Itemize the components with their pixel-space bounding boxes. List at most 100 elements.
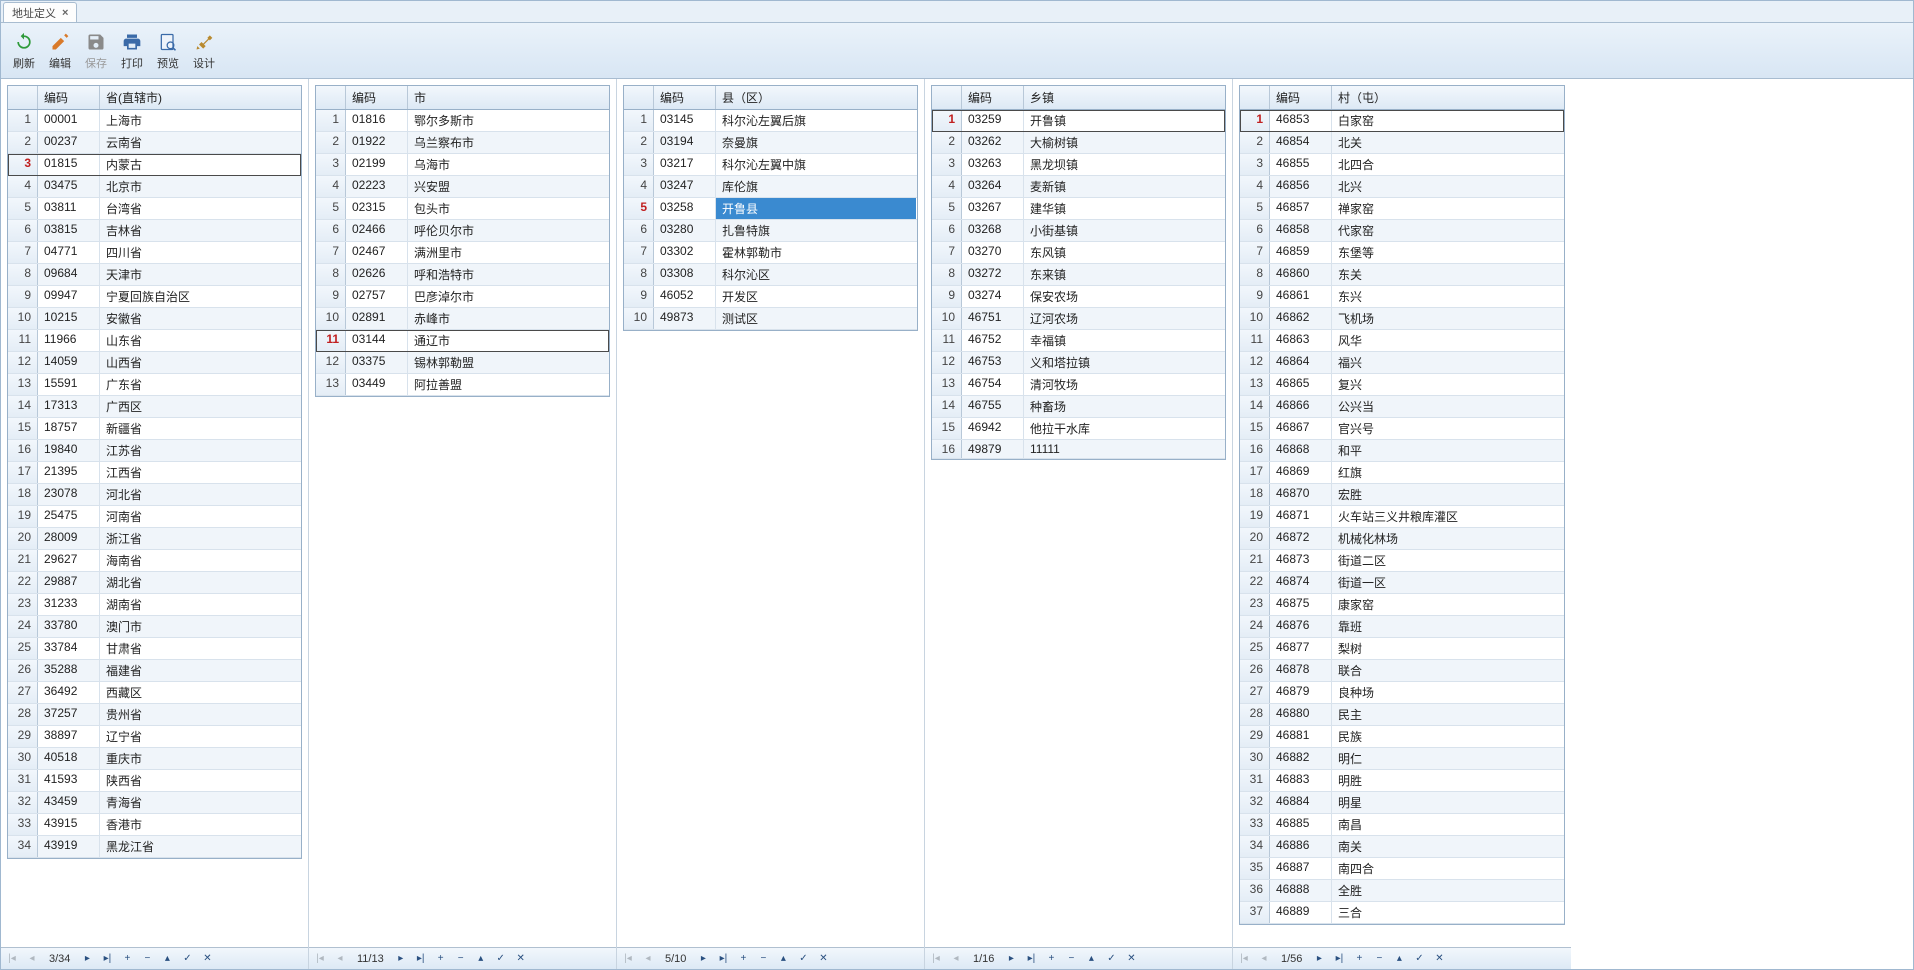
table-row[interactable]: 546857禅家窑 (1240, 198, 1564, 220)
table-row[interactable]: 1546867官兴号 (1240, 418, 1564, 440)
table-row[interactable]: 2146873街道二区 (1240, 550, 1564, 572)
pager-prev-icon[interactable]: ◂ (641, 952, 655, 966)
table-row[interactable]: 100001上海市 (8, 110, 301, 132)
table-row[interactable]: 646858代家窑 (1240, 220, 1564, 242)
table-row[interactable]: 2129627海南省 (8, 550, 301, 572)
table-row[interactable]: 1146752幸福镇 (932, 330, 1225, 352)
table-row[interactable]: 3040518重庆市 (8, 748, 301, 770)
table-row[interactable]: 2946881民族 (1240, 726, 1564, 748)
table-row[interactable]: 603815吉林省 (8, 220, 301, 242)
pager-add-icon[interactable]: + (434, 952, 448, 966)
table-row[interactable]: 2028009浙江省 (8, 528, 301, 550)
table-row[interactable]: 1846870宏胜 (1240, 484, 1564, 506)
table-row[interactable]: 503267建华镇 (932, 198, 1225, 220)
table-row[interactable]: 3446886南关 (1240, 836, 1564, 858)
table-row[interactable]: 1046862飞机场 (1240, 308, 1564, 330)
table-row[interactable]: 702467满洲里市 (316, 242, 609, 264)
table-row[interactable]: 809684天津市 (8, 264, 301, 286)
table-row[interactable]: 703302霍林郭勒市 (624, 242, 917, 264)
table-row[interactable]: 203194奈曼旗 (624, 132, 917, 154)
pager-prev-icon[interactable]: ◂ (25, 952, 39, 966)
pager-add-icon[interactable]: + (736, 952, 750, 966)
table-row[interactable]: 803272东来镇 (932, 264, 1225, 286)
table-row[interactable]: 946861东兴 (1240, 286, 1564, 308)
table-row[interactable]: 403475北京市 (8, 176, 301, 198)
table-row[interactable]: 846860东关 (1240, 264, 1564, 286)
table-row[interactable]: 164987911111 (932, 440, 1225, 459)
header-rownum[interactable] (316, 86, 346, 109)
table-row[interactable]: 2246874街道一区 (1240, 572, 1564, 594)
pager-cancel-icon[interactable]: ✕ (200, 952, 214, 966)
table-row[interactable]: 2546877梨树 (1240, 638, 1564, 660)
pager-up-icon[interactable]: ▴ (1084, 952, 1098, 966)
table-row[interactable]: 3443919黑龙江省 (8, 836, 301, 858)
table-row[interactable]: 2433780澳门市 (8, 616, 301, 638)
table-row[interactable]: 1446866公兴当 (1240, 396, 1564, 418)
pager-cancel-icon[interactable]: ✕ (514, 952, 528, 966)
pager-last-icon[interactable]: ▸| (1332, 952, 1346, 966)
table-row[interactable]: 704771四川省 (8, 242, 301, 264)
table-row[interactable]: 203262大榆树镇 (932, 132, 1225, 154)
table-row[interactable]: 1346754清河牧场 (932, 374, 1225, 396)
table-row[interactable]: 3346885南昌 (1240, 814, 1564, 836)
table-row[interactable]: 2331233湖南省 (8, 594, 301, 616)
header-rownum[interactable] (8, 86, 38, 109)
pager-cancel-icon[interactable]: ✕ (816, 952, 830, 966)
pager-up-icon[interactable]: ▴ (776, 952, 790, 966)
pager-cancel-icon[interactable]: ✕ (1124, 952, 1138, 966)
table-row[interactable]: 3646888全胜 (1240, 880, 1564, 902)
pager-add-icon[interactable]: + (1044, 952, 1058, 966)
table-row[interactable]: 403247库伦旗 (624, 176, 917, 198)
table-row[interactable]: 103145科尔沁左翼后旗 (624, 110, 917, 132)
table-row[interactable]: 1010215安徽省 (8, 308, 301, 330)
table-row[interactable]: 402223兴安盟 (316, 176, 609, 198)
table-row[interactable]: 3746889三合 (1240, 902, 1564, 924)
header-rownum[interactable] (932, 86, 962, 109)
table-row[interactable]: 603268小街基镇 (932, 220, 1225, 242)
pager-next-icon[interactable]: ▸ (394, 952, 408, 966)
table-row[interactable]: 503811台湾省 (8, 198, 301, 220)
table-row[interactable]: 1646868和平 (1240, 440, 1564, 462)
table-row[interactable]: 2533784甘肃省 (8, 638, 301, 660)
table-row[interactable]: 1111966山东省 (8, 330, 301, 352)
table-row[interactable]: 146853白家窑 (1240, 110, 1564, 132)
refresh-button[interactable]: 刷新 (7, 27, 41, 75)
pager-first-icon[interactable]: |◂ (1237, 952, 1251, 966)
header-name[interactable]: 乡镇 (1024, 86, 1184, 109)
header-rownum[interactable] (1240, 86, 1270, 109)
table-row[interactable]: 1146863风华 (1240, 330, 1564, 352)
header-code[interactable]: 编码 (1270, 86, 1332, 109)
grid[interactable]: 编码乡镇103259开鲁镇203262大榆树镇303263黑龙坝镇403264麦… (931, 85, 1226, 460)
pager-cancel-icon[interactable]: ✕ (1432, 952, 1446, 966)
pager-next-icon[interactable]: ▸ (80, 952, 94, 966)
table-row[interactable]: 902757巴彦淖尔市 (316, 286, 609, 308)
header-rownum[interactable] (624, 86, 654, 109)
table-row[interactable]: 2229887湖北省 (8, 572, 301, 594)
pager-first-icon[interactable]: |◂ (5, 952, 19, 966)
edit-button[interactable]: 编辑 (43, 27, 77, 75)
table-row[interactable]: 1246864福兴 (1240, 352, 1564, 374)
table-row[interactable]: 703270东风镇 (932, 242, 1225, 264)
header-code[interactable]: 编码 (654, 86, 716, 109)
header-code[interactable]: 编码 (346, 86, 408, 109)
header-name[interactable]: 市 (408, 86, 566, 109)
pager-check-icon[interactable]: ✓ (1104, 952, 1118, 966)
table-row[interactable]: 1823078河北省 (8, 484, 301, 506)
pager-last-icon[interactable]: ▸| (414, 952, 428, 966)
pager-check-icon[interactable]: ✓ (796, 952, 810, 966)
table-row[interactable]: 1546942他拉干水库 (932, 418, 1225, 440)
tab-address-def[interactable]: 地址定义 × (3, 2, 77, 22)
table-row[interactable]: 3343915香港市 (8, 814, 301, 836)
table-row[interactable]: 302199乌海市 (316, 154, 609, 176)
pager-check-icon[interactable]: ✓ (494, 952, 508, 966)
table-row[interactable]: 503258开鲁县 (624, 198, 917, 220)
pager-check-icon[interactable]: ✓ (180, 952, 194, 966)
pager-remove-icon[interactable]: − (1372, 952, 1386, 966)
header-name[interactable]: 县（区） (716, 86, 916, 109)
table-row[interactable]: 502315包头市 (316, 198, 609, 220)
table-row[interactable]: 1619840江苏省 (8, 440, 301, 462)
pager-next-icon[interactable]: ▸ (1004, 952, 1018, 966)
table-row[interactable]: 1214059山西省 (8, 352, 301, 374)
table-row[interactable]: 1246753义和塔拉镇 (932, 352, 1225, 374)
header-code[interactable]: 编码 (962, 86, 1024, 109)
